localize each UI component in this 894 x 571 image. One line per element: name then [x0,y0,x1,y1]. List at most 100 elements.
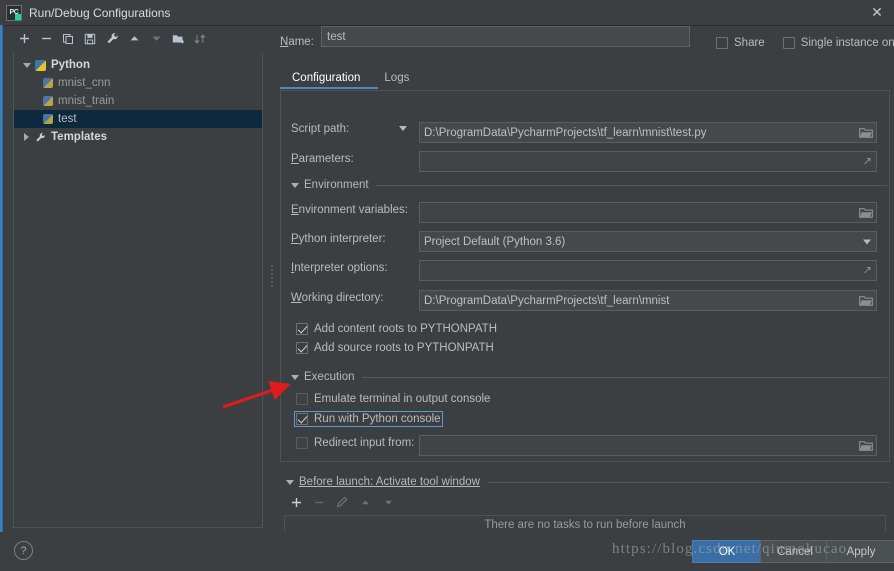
tree-item-label: mnist_train [58,95,115,107]
add-source-roots-checkbox[interactable]: Add source roots to PYTHONPATH [296,342,494,354]
pencil-icon[interactable] [332,493,352,511]
section-divider [375,184,887,186]
browse-folder-icon[interactable] [859,440,873,452]
browse-folder-icon[interactable] [859,295,873,307]
single-instance-checkbox[interactable]: Single instance only [782,37,894,49]
pycharm-icon: PC [6,4,22,21]
tree-item-templates[interactable]: Templates [14,128,262,146]
expand-editor-icon[interactable]: ↗ [863,156,872,167]
task-down-button[interactable] [378,493,398,511]
chevron-down-icon [399,126,407,131]
copy-icon[interactable] [57,28,79,50]
working-directory-input[interactable]: D:\ProgramData\PycharmProjects\tf_learn\… [419,290,877,311]
panel-splitter[interactable] [268,262,275,290]
task-up-button[interactable] [355,493,375,511]
name-options: Share Single instance only [716,37,894,49]
sort-icon[interactable] [189,28,211,50]
run-debug-configurations-dialog: PC Run/Debug Configurations ✕ Python mni… [0,0,894,571]
python-icon [40,78,55,88]
window-left-edge-highlight [0,25,2,571]
checkbox-box [716,37,728,49]
interpreter-options-input[interactable]: ↗ [419,260,877,281]
move-down-button[interactable] [145,28,167,50]
name-input[interactable]: test [321,26,690,47]
checkbox-box [296,323,308,335]
configurations-panel: Python mnist_cnn mnist_train test Templa… [4,26,263,532]
python-icon [40,96,55,106]
tree-item-label: mnist_cnn [58,77,111,89]
wrench-icon [33,132,48,143]
section-divider [486,481,890,483]
tree-item-label: Templates [51,131,108,143]
help-button[interactable]: ? [14,541,33,560]
tree-item-python[interactable]: Python [14,56,262,74]
move-up-button[interactable] [123,28,145,50]
single-instance-label: Single instance only [800,37,894,49]
share-checkbox[interactable]: Share [716,37,765,49]
window-title: Run/Debug Configurations [29,5,171,20]
name-label: Name: [280,36,314,48]
env-vars-input[interactable] [419,202,877,223]
folder-add-icon[interactable] [167,28,189,50]
share-label: Share [734,37,765,49]
title-bar: PC Run/Debug Configurations ✕ [0,0,894,25]
interpreter-options-label: Interpreter options: [291,262,388,274]
interpreter-dropdown[interactable]: Project Default (Python 3.6) [419,231,877,252]
active-tab-indicator [280,87,378,89]
tree-item-mnist-cnn[interactable]: mnist_cnn [14,74,262,92]
interpreter-label: Python interpreter: [291,233,386,245]
section-divider [361,376,887,378]
dialog-button-bar: ? OK Cancel Apply [0,532,894,571]
expand-toggle-templates[interactable] [20,133,33,141]
python-icon [40,114,55,124]
close-icon[interactable]: ✕ [860,0,894,25]
editor-tabs: Configuration Logs [280,65,890,89]
tree-item-label: Python [51,59,90,71]
configurations-toolbar [4,26,263,51]
collapse-triangle-icon [291,182,299,188]
parameters-input[interactable]: ↗ [419,151,877,172]
environment-section-header[interactable]: Environment [291,179,887,191]
browse-folder-icon[interactable] [859,127,873,139]
browse-folder-icon[interactable] [859,207,873,219]
add-task-button[interactable] [286,493,306,511]
script-path-mode-dropdown[interactable] [399,126,407,131]
execution-section-header[interactable]: Execution [291,371,887,383]
script-path-input[interactable]: D:\ProgramData\PycharmProjects\tf_learn\… [419,122,877,143]
checkbox-box [296,413,308,425]
configuration-editor: Name: test Share Single instance only Co… [276,26,894,552]
checkbox-box [296,437,308,449]
expand-editor-icon[interactable]: ↗ [863,265,872,276]
expand-toggle-python[interactable] [20,62,33,68]
checkbox-box [296,342,308,354]
tree-item-mnist-train[interactable]: mnist_train [14,92,262,110]
redirect-input-checkbox[interactable]: Redirect input from: [296,437,414,449]
tree-item-label: test [58,113,77,125]
working-directory-label: Working directory: [291,292,384,304]
checkbox-box [296,393,308,405]
remove-button[interactable] [35,28,57,50]
chevron-down-icon [863,239,871,244]
python-icon [33,59,48,71]
script-path-label: Script path: [291,123,350,135]
remove-task-button[interactable] [309,493,329,511]
add-content-roots-checkbox[interactable]: Add content roots to PYTHONPATH [296,323,497,335]
wrench-icon[interactable] [101,28,123,50]
add-button[interactable] [13,28,35,50]
before-launch-header[interactable]: Before launch: Activate tool window [286,476,890,488]
emulate-terminal-checkbox[interactable]: Emulate terminal in output console [296,393,490,405]
run-with-python-console-checkbox[interactable]: Run with Python console [294,411,443,427]
collapse-triangle-icon [291,374,299,380]
configurations-tree[interactable]: Python mnist_cnn mnist_train test Templa… [13,52,263,528]
cancel-button[interactable]: Cancel [760,540,830,563]
ok-button[interactable]: OK [692,540,762,563]
before-launch-toolbar [286,493,398,511]
configuration-form: Script path: D:\ProgramData\PycharmProje… [280,90,890,462]
apply-button[interactable]: Apply [826,540,894,563]
redirect-input-path[interactable] [419,435,877,456]
tab-configuration[interactable]: Configuration [280,67,372,89]
save-icon[interactable] [79,28,101,50]
parameters-label: Parameters: [291,153,354,165]
tab-logs[interactable]: Logs [372,67,421,89]
tree-item-test[interactable]: test [14,110,262,128]
